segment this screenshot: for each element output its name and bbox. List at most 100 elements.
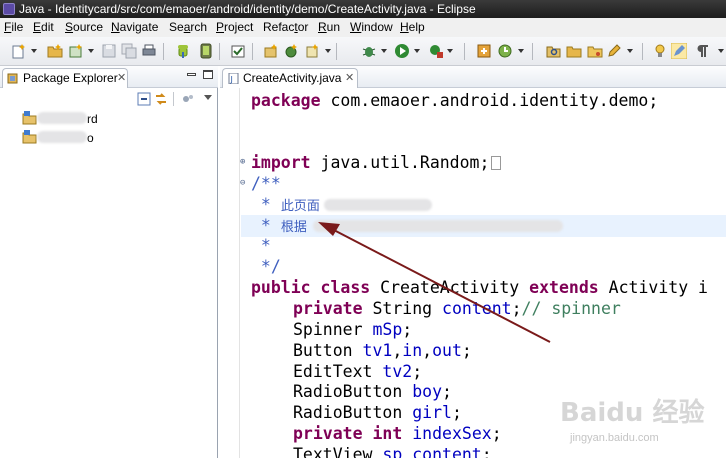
code-line: RadioButton girl; bbox=[293, 403, 462, 422]
fold-expand-icon[interactable]: ⊕ bbox=[240, 158, 248, 167]
project-name-suffix: rd bbox=[87, 112, 98, 126]
android-project-icon bbox=[22, 111, 37, 125]
run-dropdown-icon[interactable] bbox=[414, 49, 420, 53]
svg-text:J: J bbox=[230, 75, 233, 84]
print-icon[interactable] bbox=[141, 43, 157, 59]
new-interface-icon[interactable] bbox=[304, 43, 320, 59]
tree-item-project[interactable]: rd bbox=[22, 111, 98, 127]
code-line: * 根据 bbox=[251, 216, 563, 238]
edit-pencil-icon[interactable] bbox=[606, 43, 622, 59]
view-menu-icon[interactable] bbox=[181, 92, 195, 106]
tab-package-explorer[interactable]: Package Explorer ✕ bbox=[2, 68, 128, 88]
menu-file[interactable]: File bbox=[4, 18, 23, 37]
code-line: RadioButton boy; bbox=[293, 382, 452, 401]
window-title-bar: Java - Identitycard/src/com/emaoer/andro… bbox=[0, 0, 726, 18]
watermark-main: Baidu 经验 bbox=[560, 398, 705, 428]
save-all-icon[interactable] bbox=[121, 43, 137, 59]
blurred-project-name bbox=[37, 112, 87, 124]
open-type-icon[interactable] bbox=[476, 43, 492, 59]
toolbar-separator bbox=[642, 43, 643, 60]
android-sdk-manager-icon[interactable] bbox=[175, 43, 191, 59]
whitespace-dropdown-icon[interactable] bbox=[718, 49, 724, 53]
code-line: Button tv1,in,out; bbox=[293, 341, 472, 360]
run-icon[interactable] bbox=[394, 43, 410, 59]
new-wizard-icon[interactable] bbox=[11, 43, 27, 59]
new-android-project-icon[interactable] bbox=[47, 43, 63, 59]
tree-item-project[interactable]: o bbox=[22, 130, 94, 146]
package-explorer-view: Package Explorer ✕ rd o bbox=[0, 66, 218, 458]
fold-collapse-icon[interactable]: ⊖ bbox=[240, 179, 248, 188]
code-line: * bbox=[251, 236, 271, 255]
close-icon[interactable]: ✕ bbox=[345, 69, 354, 87]
menu-source[interactable]: Source bbox=[65, 18, 103, 37]
external-tools-icon[interactable] bbox=[428, 43, 444, 59]
edit-dropdown-icon[interactable] bbox=[627, 49, 633, 53]
external-tools-dropdown-icon[interactable] bbox=[447, 49, 453, 53]
editor-ruler bbox=[220, 88, 240, 458]
new-class-icon[interactable] bbox=[68, 43, 84, 59]
code-line: TextView sp_content; bbox=[293, 445, 492, 458]
toolbar-separator bbox=[464, 43, 465, 60]
package-explorer-icon bbox=[7, 73, 18, 84]
new-dropdown-icon[interactable] bbox=[31, 49, 37, 53]
menu-run[interactable]: Run bbox=[318, 18, 340, 37]
android-project-icon bbox=[22, 130, 37, 144]
code-line: package com.emaoer.android.identity.demo… bbox=[251, 91, 659, 110]
new-type-dropdown-icon[interactable] bbox=[325, 49, 331, 53]
package-explorer-toolbar bbox=[0, 88, 218, 110]
collapse-all-icon[interactable] bbox=[137, 92, 151, 106]
menu-bar: File Edit Source Navigate Search Project… bbox=[0, 18, 726, 37]
toggle-mark-occurrences-icon[interactable] bbox=[652, 43, 668, 59]
menu-edit[interactable]: Edit bbox=[33, 18, 54, 37]
toolbar-separator bbox=[532, 43, 533, 60]
code-line: Spinner mSp; bbox=[293, 320, 413, 339]
project-name-suffix: o bbox=[87, 131, 94, 145]
blurred-comment bbox=[323, 199, 432, 211]
open-task-icon[interactable] bbox=[497, 43, 513, 59]
save-icon[interactable] bbox=[101, 43, 117, 59]
open-folder-icon[interactable] bbox=[566, 43, 582, 59]
show-whitespace-icon[interactable] bbox=[695, 43, 711, 59]
maximize-view-button[interactable] bbox=[203, 70, 213, 79]
close-icon[interactable]: ✕ bbox=[117, 69, 126, 87]
watermark-sub: jingyan.baidu.com bbox=[570, 432, 659, 444]
search-icon[interactable] bbox=[545, 43, 561, 59]
window-title: Java - Identitycard/src/com/emaoer/andro… bbox=[19, 2, 476, 16]
code-line: /** bbox=[251, 174, 281, 193]
package-explorer-label: Package Explorer bbox=[23, 71, 118, 85]
blurred-project-name bbox=[37, 131, 87, 143]
code-line: import java.util.Random; bbox=[251, 153, 502, 173]
baidu-watermark: Baidu 经验 jingyan.baidu.com bbox=[560, 392, 720, 452]
menu-window[interactable]: Window bbox=[350, 18, 393, 37]
menu-project[interactable]: Project bbox=[216, 18, 253, 37]
menu-navigate[interactable]: Navigate bbox=[111, 18, 158, 37]
new-java-class-icon[interactable] bbox=[283, 43, 299, 59]
new-class-dropdown-icon[interactable] bbox=[88, 49, 94, 53]
code-line: */ bbox=[251, 257, 281, 276]
code-line: EditText tv2; bbox=[293, 362, 423, 381]
eclipse-app-icon bbox=[3, 3, 15, 15]
debug-icon[interactable] bbox=[361, 43, 377, 59]
open-task-dropdown-icon[interactable] bbox=[518, 49, 524, 53]
new-java-package-icon[interactable] bbox=[263, 43, 279, 59]
menu-search[interactable]: Search bbox=[169, 18, 207, 37]
folded-imports-marker[interactable] bbox=[491, 156, 502, 170]
main-toolbar bbox=[0, 37, 726, 66]
tab-create-activity[interactable]: J CreateActivity.java ✕ bbox=[222, 68, 358, 88]
folder-favorite-icon[interactable] bbox=[587, 43, 603, 59]
toggle-highlight-icon[interactable] bbox=[671, 43, 687, 59]
toolbar-separator bbox=[163, 43, 164, 60]
menu-refactor[interactable]: Refactor bbox=[263, 18, 308, 37]
android-avd-manager-icon[interactable] bbox=[198, 43, 214, 59]
code-line: public class CreateActivity extends Acti… bbox=[251, 278, 708, 297]
menu-help[interactable]: Help bbox=[400, 18, 425, 37]
lint-check-icon[interactable] bbox=[230, 43, 246, 59]
toolbar-separator bbox=[219, 43, 220, 60]
code-line: private int indexSex; bbox=[293, 424, 502, 443]
debug-dropdown-icon[interactable] bbox=[381, 49, 387, 53]
blurred-comment bbox=[312, 220, 563, 232]
minimize-view-button[interactable] bbox=[187, 73, 196, 76]
chevron-down-icon[interactable] bbox=[204, 95, 212, 100]
link-with-editor-icon[interactable] bbox=[154, 92, 168, 106]
editor-tabbar: J CreateActivity.java ✕ bbox=[220, 66, 726, 88]
